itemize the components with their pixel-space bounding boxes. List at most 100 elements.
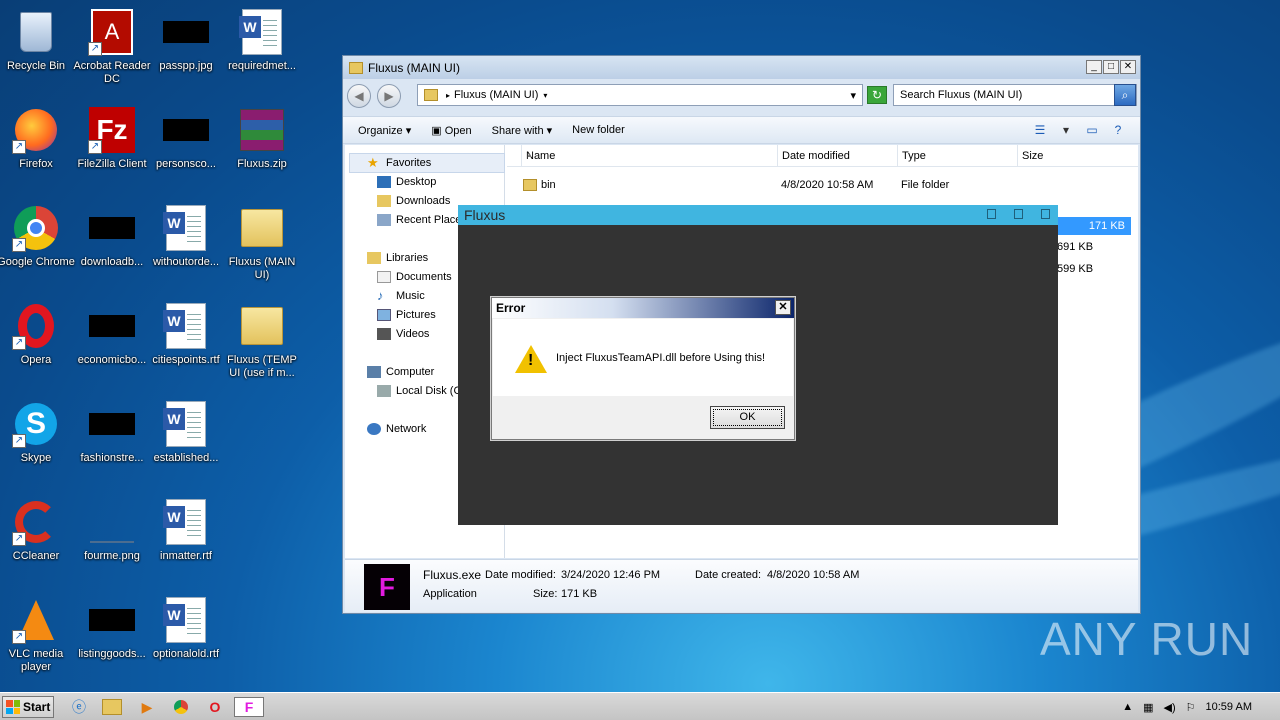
desktop-icon-passpp[interactable]: passpp.jpg [146, 8, 226, 73]
desktop-icon-label: established... [153, 452, 219, 464]
dialog-title-bar[interactable]: Error ✕ [492, 298, 794, 318]
fluxus-title-bar[interactable]: Fluxus [458, 205, 1058, 225]
start-button[interactable]: Start [2, 696, 54, 718]
address-bar-row: ◀ ▶ ▸ Fluxus (MAIN UI) ▾ ▾ ↻ Search Flux… [343, 79, 1140, 113]
help-icon[interactable]: ? [1110, 122, 1126, 138]
close-icon[interactable]: ✕ [1120, 60, 1136, 74]
desktop-icon-requiredmet[interactable]: requiredmet... [222, 8, 302, 73]
refresh-icon[interactable]: ↻ [867, 86, 887, 104]
nav-pictures[interactable]: Pictures [377, 309, 436, 321]
nav-music[interactable]: ♪ Music [377, 289, 425, 302]
chrome-taskbar-icon[interactable] [170, 697, 192, 717]
desktop-icon-acrobat[interactable]: A ↗ Acrobat Reader DC [72, 8, 152, 86]
desktop-icon-opera[interactable]: ↗ Opera [0, 302, 76, 367]
nav-videos[interactable]: Videos [377, 328, 429, 340]
details-file-type: Application [423, 588, 477, 600]
selected-file-size[interactable]: 171 KB [1055, 217, 1131, 235]
desktop-icon-downloadb[interactable]: downloadb... [72, 204, 152, 269]
search-icon[interactable]: ⌕ [1114, 84, 1136, 106]
action-center-flag-icon[interactable]: ⚐ [1186, 701, 1196, 714]
desktop-icon-fluxus-temp-ui[interactable]: Fluxus (TEMP UI (use if m... [222, 302, 302, 380]
desktop-icon-established[interactable]: established... [146, 400, 226, 465]
desktop-icon-listinggoods[interactable]: listinggoods... [72, 596, 152, 661]
winrar-archive-icon [238, 106, 286, 154]
back-arrow-icon[interactable]: ◀ [347, 84, 371, 108]
file-row[interactable]: bin [523, 179, 556, 191]
minimize-icon[interactable] [987, 209, 996, 219]
file-explorer-icon[interactable] [102, 699, 122, 715]
nav-documents[interactable]: Documents [377, 271, 452, 283]
dialog-body: Inject FluxusTeamAPI.dll before Using th… [493, 319, 793, 396]
volume-icon[interactable]: ◀) [1164, 701, 1176, 714]
desktop-icon-recycle-bin[interactable]: Recycle Bin [0, 8, 76, 73]
open-button[interactable]: ▣ Open [431, 124, 471, 137]
column-type[interactable]: Type [897, 145, 1017, 167]
desktop-icon-chrome[interactable]: ↗ Google Chrome [0, 204, 76, 269]
desktop-icon-filezilla[interactable]: Fz ↗ FileZilla Client [72, 106, 152, 171]
details-date-modified-label: Date modified: [485, 569, 556, 581]
address-dropdown-icon[interactable]: ▾ [850, 89, 856, 102]
address-bar[interactable]: ▸ Fluxus (MAIN UI) ▾ ▾ [417, 84, 863, 106]
column-size[interactable]: Size [1017, 145, 1097, 167]
nav-favorites[interactable]: ★ Favorites [367, 156, 431, 169]
close-icon[interactable] [1041, 209, 1050, 219]
desktop-icon-firefox[interactable]: ↗ Firefox [0, 106, 76, 171]
desktop-icon-ccleaner[interactable]: ↗ CCleaner [0, 498, 76, 563]
folder-icon [238, 302, 286, 350]
clock[interactable]: 10:59 AM [1206, 701, 1252, 713]
desktop-icon-economicbo[interactable]: economicbo... [72, 302, 152, 367]
new-folder-button[interactable]: New folder [572, 124, 625, 136]
organize-button[interactable]: Organize ▾ [358, 124, 411, 137]
nav-recent-places[interactable]: Recent Places [377, 214, 467, 226]
forward-arrow-icon[interactable]: ▶ [377, 84, 401, 108]
firefox-icon: ↗ [12, 106, 60, 154]
file-thumbnail-icon [88, 596, 136, 644]
ok-button[interactable]: OK [710, 406, 785, 429]
desktop-icon-fashionstre[interactable]: fashionstre... [72, 400, 152, 465]
desktop-icon-personsco[interactable]: personsco... [146, 106, 226, 171]
nav-local-disk[interactable]: Local Disk (C:) [377, 385, 468, 397]
column-name[interactable]: Name ▲ [517, 145, 555, 167]
maximize-icon[interactable]: □ [1103, 60, 1119, 74]
desktop-icon-skype[interactable]: S ↗ Skype [0, 400, 76, 465]
desktop-icon-fluxus-main-ui[interactable]: Fluxus (MAIN UI) [222, 204, 302, 282]
network-tray-icon[interactable]: ▦ [1143, 701, 1153, 714]
opera-taskbar-icon[interactable]: O [204, 697, 226, 717]
nav-desktop[interactable]: Desktop [377, 176, 436, 188]
media-player-icon[interactable]: ▶ [136, 697, 158, 717]
desktop-icon-fluxus-zip[interactable]: Fluxus.zip [222, 106, 302, 171]
chevron-down-icon[interactable]: ▾ [1058, 122, 1074, 138]
preview-pane-icon[interactable]: ▭ [1084, 122, 1100, 138]
internet-explorer-icon[interactable]: ⓔ [68, 697, 90, 717]
column-date-modified[interactable]: Date modified [777, 145, 895, 167]
desktop-icon-label: withoutorde... [152, 256, 220, 268]
desktop-icon-optionalold[interactable]: optionalold.rtf [146, 596, 226, 661]
nav-libraries[interactable]: Libraries [367, 252, 428, 264]
show-hidden-icons-icon[interactable]: ▲ [1122, 701, 1133, 713]
close-icon[interactable]: ✕ [775, 300, 791, 315]
view-options-icon[interactable]: ☰ [1032, 122, 1048, 138]
search-input[interactable]: Search Fluxus (MAIN UI) ⌕ [893, 84, 1137, 106]
desktop-icon-label: fashionstre... [80, 452, 144, 464]
desktop-icon-withoutorde[interactable]: withoutorde... [146, 204, 226, 269]
desktop-icon-inmatter[interactable]: inmatter.rtf [146, 498, 226, 563]
word-document-icon [162, 498, 210, 546]
desktop-icon-label: requiredmet... [228, 60, 296, 72]
fluxus-taskbar-icon[interactable]: F [234, 697, 264, 717]
desktop-icon-label: optionalold.rtf [152, 648, 220, 660]
recent-places-icon [377, 214, 391, 226]
desktop-icon-label: economicbo... [77, 354, 147, 366]
explorer-title-bar[interactable]: Fluxus (MAIN UI) _ □ ✕ [343, 56, 1140, 79]
desktop-icon-fourme[interactable]: fourme.png [72, 498, 152, 563]
acrobat-icon: A ↗ [88, 8, 136, 56]
maximize-icon[interactable] [1014, 209, 1023, 219]
nav-network[interactable]: Network [367, 423, 426, 435]
nav-downloads[interactable]: Downloads [377, 195, 450, 207]
desktop-icon-citiespoints[interactable]: citiespoints.rtf [146, 302, 226, 367]
nav-computer[interactable]: Computer [367, 366, 434, 378]
minimize-icon[interactable]: _ [1086, 60, 1102, 74]
share-with-button[interactable]: Share with ▾ [492, 124, 553, 137]
disk-icon [377, 385, 391, 397]
desktop-icon-vlc[interactable]: ↗ VLC media player [0, 596, 76, 674]
libraries-icon [367, 252, 381, 264]
